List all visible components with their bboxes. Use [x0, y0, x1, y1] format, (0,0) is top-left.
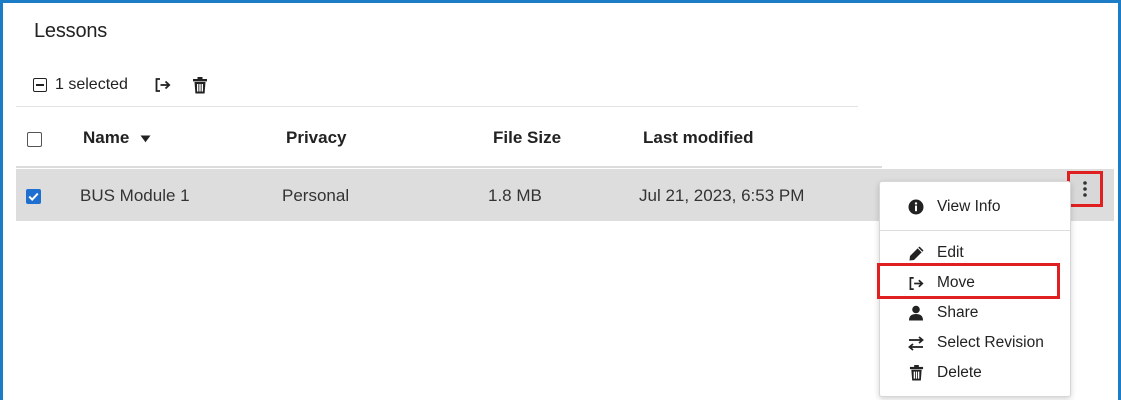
header-divider [16, 166, 882, 168]
column-label-name: Name [83, 128, 130, 147]
select-all-checkbox[interactable] [27, 132, 42, 147]
menu-item-select-revision[interactable]: Select Revision [880, 329, 1070, 357]
swap-icon [906, 335, 926, 351]
row-checkbox[interactable] [26, 189, 41, 204]
row-privacy: Personal [282, 186, 350, 205]
toolbar-divider [16, 106, 858, 107]
pencil-icon [906, 245, 926, 262]
kebab-menu-icon [1083, 181, 1087, 197]
move-highlight-box [877, 263, 1060, 299]
menu-label-delete: Delete [937, 364, 982, 381]
menu-item-view-info[interactable]: View Info [880, 193, 1070, 221]
menu-label-share: Share [937, 304, 979, 321]
selection-toolbar: 1 selected [33, 74, 228, 96]
move-icon[interactable] [154, 77, 172, 93]
selected-count: 1 selected [55, 76, 128, 93]
menu-item-delete[interactable]: Delete [880, 359, 1070, 387]
panel-title: Lessons [34, 20, 108, 42]
row-last-modified: Jul 21, 2023, 6:53 PM [639, 186, 805, 205]
table-header: Name Privacy File Size Last modified [16, 114, 1114, 164]
menu-divider [880, 230, 1070, 231]
deselect-icon[interactable] [33, 78, 47, 92]
row-actions-button[interactable] [1067, 171, 1103, 207]
column-header-name[interactable]: Name [83, 128, 151, 148]
column-header-privacy[interactable]: Privacy [286, 128, 347, 148]
user-icon [906, 305, 926, 321]
menu-item-share[interactable]: Share [880, 299, 1070, 327]
delete-icon[interactable] [192, 76, 208, 94]
column-header-last-modified[interactable]: Last modified [643, 128, 754, 148]
info-icon [906, 199, 926, 215]
row-name[interactable]: BUS Module 1 [80, 186, 190, 206]
row-file-size: 1.8 MB [488, 186, 542, 205]
trash-icon [906, 365, 926, 381]
menu-label-edit: Edit [937, 244, 964, 261]
caret-down-icon [140, 135, 151, 142]
menu-label-view-info: View Info [937, 198, 1001, 215]
column-header-file-size[interactable]: File Size [493, 128, 561, 148]
checkmark-icon [28, 192, 39, 202]
menu-label-select-revision: Select Revision [937, 334, 1044, 351]
